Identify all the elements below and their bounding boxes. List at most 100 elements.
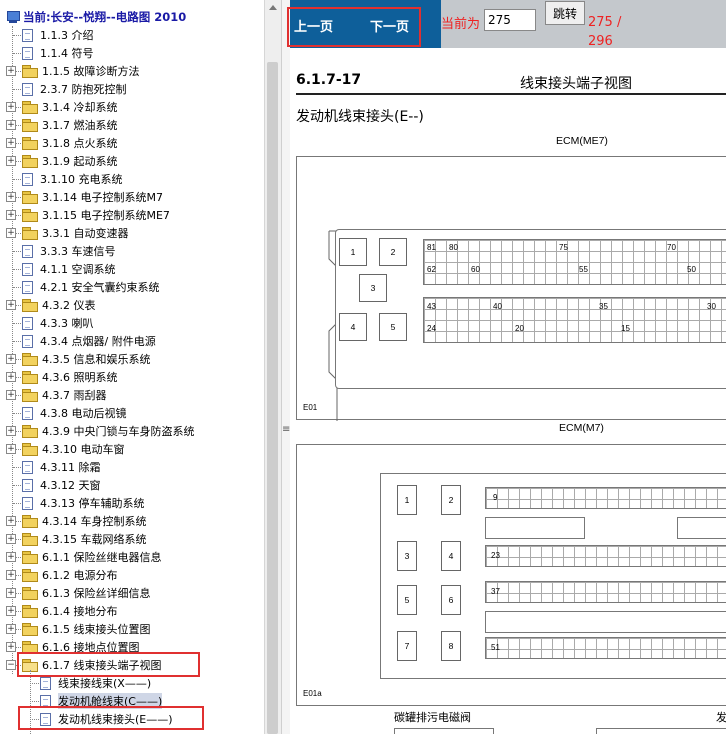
prev-page-button[interactable]: 上一页 — [294, 16, 333, 35]
tree-item-label: 4.3.13 停车辅助系统 — [40, 497, 145, 510]
c2-pin-1: 1 — [397, 485, 417, 515]
tree-root[interactable]: 当前:长安--悦翔--电路图 2010 — [6, 8, 186, 26]
tree-item[interactable]: +6.1.6 接地点位置图 — [6, 638, 140, 656]
tree-item[interactable]: 线束接线束(X——) — [40, 674, 151, 692]
tree-item[interactable]: +4.3.15 车载网络系统 — [6, 530, 146, 548]
c2-label-37: 37 — [491, 587, 500, 596]
tree-item[interactable]: 发动机线束接头(E——) — [40, 710, 173, 728]
tree-item[interactable]: 4.2.1 安全气囊约束系统 — [22, 278, 160, 296]
tree-item[interactable]: +4.3.5 信息和娱乐系统 — [6, 350, 151, 368]
tree-item[interactable]: +3.1.7 燃油系统 — [6, 116, 118, 134]
tree-item[interactable]: 1.1.4 符号 — [22, 44, 94, 62]
tree-item[interactable]: +1.1.5 故障诊断方法 — [6, 62, 140, 80]
tree-item[interactable]: +3.1.4 冷却系统 — [6, 98, 118, 116]
expand-plus-icon[interactable]: + — [6, 156, 16, 166]
tree-item[interactable]: 4.3.4 点烟器/ 附件电源 — [22, 332, 156, 350]
tree-item-label: 4.3.14 车身控制系统 — [42, 515, 147, 528]
tree-item[interactable]: +3.1.8 点火系统 — [6, 134, 118, 152]
expand-plus-icon[interactable]: + — [6, 228, 16, 238]
tree-branch-line — [13, 179, 21, 180]
tree-item[interactable]: +3.1.14 电子控制系统M7 — [6, 188, 163, 206]
tree-item[interactable]: +6.1.2 电源分布 — [6, 566, 118, 584]
tree-item[interactable]: +3.1.9 起动系统 — [6, 152, 118, 170]
tree-item[interactable]: 4.3.3 喇叭 — [22, 314, 94, 332]
expand-plus-icon[interactable]: + — [6, 516, 16, 526]
tree-item-label: 4.3.9 中央门锁与车身防盗系统 — [42, 425, 195, 438]
tree-item[interactable]: 4.1.1 空调系统 — [22, 260, 116, 278]
expand-plus-icon[interactable]: + — [6, 426, 16, 436]
tree-item[interactable]: +3.3.1 自动变速器 — [6, 224, 129, 242]
tree-item-label: 4.3.6 照明系统 — [42, 371, 118, 384]
expand-plus-icon[interactable]: + — [6, 588, 16, 598]
expand-plus-icon[interactable]: + — [6, 120, 16, 130]
tree-item-label: 发动机线束接头(E——) — [58, 713, 173, 726]
tree-item[interactable]: 3.1.10 充电系统 — [22, 170, 122, 188]
expand-plus-icon[interactable]: + — [6, 210, 16, 220]
c2-pin-grid-row-4 — [485, 637, 726, 659]
tree-item[interactable]: +4.3.9 中央门锁与车身防盗系统 — [6, 422, 195, 440]
doc-section-heading: 发动机线束接头(E--) — [296, 109, 424, 125]
tree-branch-line — [13, 251, 21, 252]
tree-item[interactable]: 4.3.8 电动后视镜 — [22, 404, 127, 422]
document-icon — [40, 676, 51, 690]
tree-item[interactable]: +6.1.1 保险丝继电器信息 — [6, 548, 162, 566]
tree-item[interactable]: 4.3.13 停车辅助系统 — [22, 494, 144, 512]
c1-pin-2: 2 — [379, 238, 407, 266]
tree-branch-line — [30, 683, 39, 684]
expand-plus-icon[interactable]: + — [6, 372, 16, 382]
tree-item[interactable]: − 6.1.7 线束接头端子视图 — [6, 656, 162, 674]
tree-item[interactable]: +6.1.3 保险丝详细信息 — [6, 584, 151, 602]
tree-item-label: 3.3.3 车速信号 — [40, 245, 116, 258]
expand-plus-icon[interactable]: + — [6, 102, 16, 112]
tree-item-label: 6.1.5 线束接头位置图 — [42, 623, 151, 636]
goto-button[interactable]: 跳转 — [545, 1, 585, 25]
expand-plus-icon[interactable]: + — [6, 624, 16, 634]
tree-item-label: 6.1.4 接地分布 — [42, 605, 118, 618]
document-icon — [22, 496, 33, 510]
tree-item[interactable]: 1.1.3 介绍 — [22, 26, 94, 44]
c1-lower-pin-grid — [423, 297, 726, 343]
expand-plus-icon[interactable]: + — [6, 390, 16, 400]
scroll-up-arrow-icon[interactable] — [269, 5, 277, 10]
tree-item[interactable]: 发动机舱线束(C——) — [40, 692, 163, 710]
tree-item[interactable]: +4.3.10 电动车窗 — [6, 440, 124, 458]
tree-branch-line — [13, 485, 21, 486]
scroll-thumb[interactable] — [267, 62, 278, 734]
next-page-button[interactable]: 下一页 — [370, 16, 409, 35]
page-number-input[interactable] — [484, 9, 536, 31]
expand-plus-icon[interactable]: + — [6, 552, 16, 562]
expand-plus-icon[interactable]: + — [6, 300, 16, 310]
expand-plus-icon[interactable]: + — [6, 570, 16, 580]
collapse-minus-icon[interactable]: − — [6, 660, 16, 670]
tree-scrollbar[interactable] — [264, 0, 281, 734]
expand-plus-icon[interactable]: + — [6, 642, 16, 652]
expand-plus-icon[interactable]: + — [6, 66, 16, 76]
expand-plus-icon[interactable]: + — [6, 138, 16, 148]
doc-title: 线束接头端子视图 — [520, 76, 632, 92]
tree-item[interactable]: 4.3.12 天窗 — [22, 476, 100, 494]
tree-item[interactable]: +4.3.14 车身控制系统 — [6, 512, 147, 530]
tree-item[interactable]: +3.1.15 电子控制系统ME7 — [6, 206, 170, 224]
pane-splitter[interactable]: ≡ — [281, 0, 290, 734]
tree-item[interactable]: 3.3.3 车速信号 — [22, 242, 116, 260]
tree-branch-line — [30, 701, 39, 702]
expand-plus-icon[interactable]: + — [6, 534, 16, 544]
expand-plus-icon[interactable]: + — [6, 606, 16, 616]
tree-item-label: 6.1.2 电源分布 — [42, 569, 118, 582]
tree-item[interactable]: +6.1.5 线束接头位置图 — [6, 620, 151, 638]
tree-item[interactable]: +6.1.4 接地分布 — [6, 602, 118, 620]
expand-plus-icon[interactable]: + — [6, 192, 16, 202]
expand-plus-icon[interactable]: + — [6, 354, 16, 364]
computer-icon — [6, 11, 20, 23]
folder-icon — [22, 641, 38, 654]
c1-label-35: 35 — [599, 302, 608, 311]
tree-item[interactable]: +4.3.7 雨刮器 — [6, 386, 107, 404]
tree-item[interactable]: 4.3.11 除霜 — [22, 458, 100, 476]
tree-branch-line — [13, 269, 21, 270]
tree-item[interactable]: 2.3.7 防抱死控制 — [22, 80, 127, 98]
tree-item[interactable]: +4.3.6 照明系统 — [6, 368, 118, 386]
tree-item[interactable]: +4.3.2 仪表 — [6, 296, 96, 314]
tree-item-label: 3.3.1 自动变速器 — [42, 227, 129, 240]
expand-plus-icon[interactable]: + — [6, 444, 16, 454]
document-icon — [22, 460, 33, 474]
